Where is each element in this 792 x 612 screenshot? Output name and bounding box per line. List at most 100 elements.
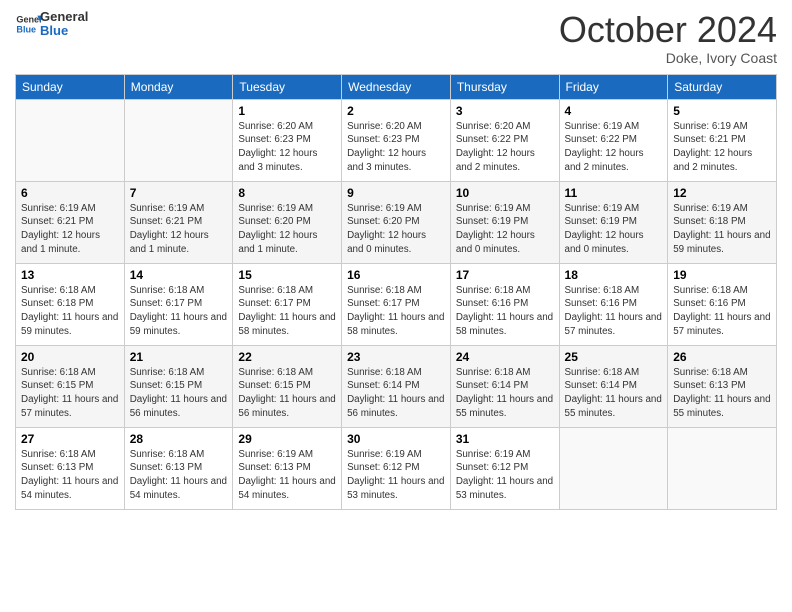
calendar-cell: 29Sunrise: 6:19 AM Sunset: 6:13 PM Dayli… — [233, 427, 342, 509]
day-number: 15 — [238, 268, 336, 282]
calendar-cell: 26 Sunrise: 6:18 AM Sunset: 6:13 PM Dayli… — [668, 345, 777, 427]
logo-blue: Blue — [40, 24, 88, 38]
day-number: 11 — [565, 186, 663, 200]
day-info: Sunrise: 6:19 AM Sunset: 6:13 PM Dayligh… — [238, 448, 336, 503]
day-number: 2 — [347, 104, 445, 118]
calendar-cell: 18Sunrise: 6:18 AM Sunset: 6:16 PM Dayli… — [559, 263, 668, 345]
day-info: Sunrise: 6:19 AM Sunset: 6:21 PM Dayligh… — [673, 120, 771, 175]
day-info: Sunrise: 6:18 AM Sunset: 6:13 PM Dayligh… — [130, 448, 228, 503]
header: General Blue General Blue October 2024 D… — [15, 10, 777, 66]
day-info: Sunrise: 6:18 AM Sunset: 6:15 PM Dayligh… — [21, 366, 119, 421]
calendar-cell: 31 Sunrise: 6:19 AM Sunset: 6:12 PM Dayli… — [450, 427, 559, 509]
day-number: 10 — [456, 186, 554, 200]
day-number: 3 — [456, 104, 554, 118]
calendar-cell — [124, 99, 233, 181]
calendar-cell: 5 Sunrise: 6:19 AM Sunset: 6:21 PM Daylig… — [668, 99, 777, 181]
day-number: 22 — [238, 350, 336, 364]
weekday-header-wednesday: Wednesday — [342, 74, 451, 99]
day-number: 23 — [347, 350, 445, 364]
day-number: 6 — [21, 186, 119, 200]
day-number: 14 — [130, 268, 228, 282]
day-number: 13 — [21, 268, 119, 282]
calendar-cell: 19Sunrise: 6:18 AM Sunset: 6:16 PM Dayli… — [668, 263, 777, 345]
calendar-cell: 16Sunrise: 6:18 AM Sunset: 6:17 PM Dayli… — [342, 263, 451, 345]
calendar-cell: 12 Sunrise: 6:19 AM Sunset: 6:18 PM Dayli… — [668, 181, 777, 263]
calendar-cell: 2 Sunrise: 6:20 AM Sunset: 6:23 PM Daylig… — [342, 99, 451, 181]
day-number: 31 — [456, 432, 554, 446]
calendar-week-4: 20Sunrise: 6:18 AM Sunset: 6:15 PM Dayli… — [16, 345, 777, 427]
title-block: October 2024 Doke, Ivory Coast — [559, 10, 777, 66]
day-info: Sunrise: 6:19 AM Sunset: 6:12 PM Dayligh… — [456, 448, 554, 503]
day-info: Sunrise: 6:18 AM Sunset: 6:18 PM Dayligh… — [21, 284, 119, 339]
day-info: Sunrise: 6:18 AM Sunset: 6:16 PM Dayligh… — [673, 284, 771, 339]
calendar-cell: 13 Sunrise: 6:18 AM Sunset: 6:18 PM Dayli… — [16, 263, 125, 345]
day-info: Sunrise: 6:18 AM Sunset: 6:14 PM Dayligh… — [347, 366, 445, 421]
day-number: 21 — [130, 350, 228, 364]
day-number: 12 — [673, 186, 771, 200]
day-number: 26 — [673, 350, 771, 364]
day-info: Sunrise: 6:20 AM Sunset: 6:22 PM Dayligh… — [456, 120, 554, 175]
weekday-header-thursday: Thursday — [450, 74, 559, 99]
weekday-header-sunday: Sunday — [16, 74, 125, 99]
location: Doke, Ivory Coast — [559, 50, 777, 66]
logo-icon: General Blue — [15, 10, 43, 38]
calendar-cell: 10 Sunrise: 6:19 AM Sunset: 6:19 PM Dayli… — [450, 181, 559, 263]
day-info: Sunrise: 6:18 AM Sunset: 6:15 PM Dayligh… — [130, 366, 228, 421]
calendar-cell: 30 Sunrise: 6:19 AM Sunset: 6:12 PM Dayli… — [342, 427, 451, 509]
day-number: 17 — [456, 268, 554, 282]
calendar-cell — [559, 427, 668, 509]
calendar-cell: 1 Sunrise: 6:20 AM Sunset: 6:23 PM Daylig… — [233, 99, 342, 181]
day-info: Sunrise: 6:20 AM Sunset: 6:23 PM Dayligh… — [238, 120, 336, 175]
weekday-header-tuesday: Tuesday — [233, 74, 342, 99]
day-info: Sunrise: 6:19 AM Sunset: 6:19 PM Dayligh… — [565, 202, 663, 257]
calendar-cell: 17Sunrise: 6:18 AM Sunset: 6:16 PM Dayli… — [450, 263, 559, 345]
calendar-week-3: 13 Sunrise: 6:18 AM Sunset: 6:18 PM Dayli… — [16, 263, 777, 345]
calendar-cell: 8 Sunrise: 6:19 AM Sunset: 6:20 PM Daylig… — [233, 181, 342, 263]
day-info: Sunrise: 6:18 AM Sunset: 6:16 PM Dayligh… — [565, 284, 663, 339]
day-number: 1 — [238, 104, 336, 118]
page: General Blue General Blue October 2024 D… — [0, 0, 792, 612]
calendar-cell: 3 Sunrise: 6:20 AM Sunset: 6:22 PM Daylig… — [450, 99, 559, 181]
calendar-cell: 25Sunrise: 6:18 AM Sunset: 6:14 PM Dayli… — [559, 345, 668, 427]
calendar-cell: 7Sunrise: 6:19 AM Sunset: 6:21 PM Daylig… — [124, 181, 233, 263]
day-number: 5 — [673, 104, 771, 118]
weekday-header-row: SundayMondayTuesdayWednesdayThursdayFrid… — [16, 74, 777, 99]
day-info: Sunrise: 6:18 AM Sunset: 6:13 PM Dayligh… — [673, 366, 771, 421]
calendar-cell: 4Sunrise: 6:19 AM Sunset: 6:22 PM Daylig… — [559, 99, 668, 181]
day-number: 16 — [347, 268, 445, 282]
day-number: 24 — [456, 350, 554, 364]
day-info: Sunrise: 6:19 AM Sunset: 6:12 PM Dayligh… — [347, 448, 445, 503]
weekday-header-monday: Monday — [124, 74, 233, 99]
logo-general: General — [40, 10, 88, 24]
calendar-cell — [668, 427, 777, 509]
day-info: Sunrise: 6:19 AM Sunset: 6:21 PM Dayligh… — [21, 202, 119, 257]
calendar-table: SundayMondayTuesdayWednesdayThursdayFrid… — [15, 74, 777, 510]
calendar-cell: 21 Sunrise: 6:18 AM Sunset: 6:15 PM Dayli… — [124, 345, 233, 427]
day-number: 7 — [130, 186, 228, 200]
weekday-header-friday: Friday — [559, 74, 668, 99]
day-number: 25 — [565, 350, 663, 364]
calendar-week-5: 27 Sunrise: 6:18 AM Sunset: 6:13 PM Dayli… — [16, 427, 777, 509]
calendar-cell: 14Sunrise: 6:18 AM Sunset: 6:17 PM Dayli… — [124, 263, 233, 345]
day-info: Sunrise: 6:19 AM Sunset: 6:19 PM Dayligh… — [456, 202, 554, 257]
calendar-cell: 6 Sunrise: 6:19 AM Sunset: 6:21 PM Daylig… — [16, 181, 125, 263]
calendar-cell: 11 Sunrise: 6:19 AM Sunset: 6:19 PM Dayli… — [559, 181, 668, 263]
month-title: October 2024 — [559, 10, 777, 50]
day-info: Sunrise: 6:20 AM Sunset: 6:23 PM Dayligh… — [347, 120, 445, 175]
logo: General Blue General Blue — [15, 10, 88, 39]
day-number: 30 — [347, 432, 445, 446]
day-info: Sunrise: 6:19 AM Sunset: 6:20 PM Dayligh… — [238, 202, 336, 257]
day-info: Sunrise: 6:19 AM Sunset: 6:18 PM Dayligh… — [673, 202, 771, 257]
calendar-cell: 20Sunrise: 6:18 AM Sunset: 6:15 PM Dayli… — [16, 345, 125, 427]
calendar-cell: 23 Sunrise: 6:18 AM Sunset: 6:14 PM Dayli… — [342, 345, 451, 427]
calendar-cell: 28 Sunrise: 6:18 AM Sunset: 6:13 PM Dayli… — [124, 427, 233, 509]
calendar-cell: 24Sunrise: 6:18 AM Sunset: 6:14 PM Dayli… — [450, 345, 559, 427]
weekday-header-saturday: Saturday — [668, 74, 777, 99]
calendar-cell — [16, 99, 125, 181]
svg-text:Blue: Blue — [16, 25, 36, 35]
day-number: 8 — [238, 186, 336, 200]
day-number: 27 — [21, 432, 119, 446]
day-number: 4 — [565, 104, 663, 118]
day-number: 28 — [130, 432, 228, 446]
calendar-week-2: 6 Sunrise: 6:19 AM Sunset: 6:21 PM Daylig… — [16, 181, 777, 263]
